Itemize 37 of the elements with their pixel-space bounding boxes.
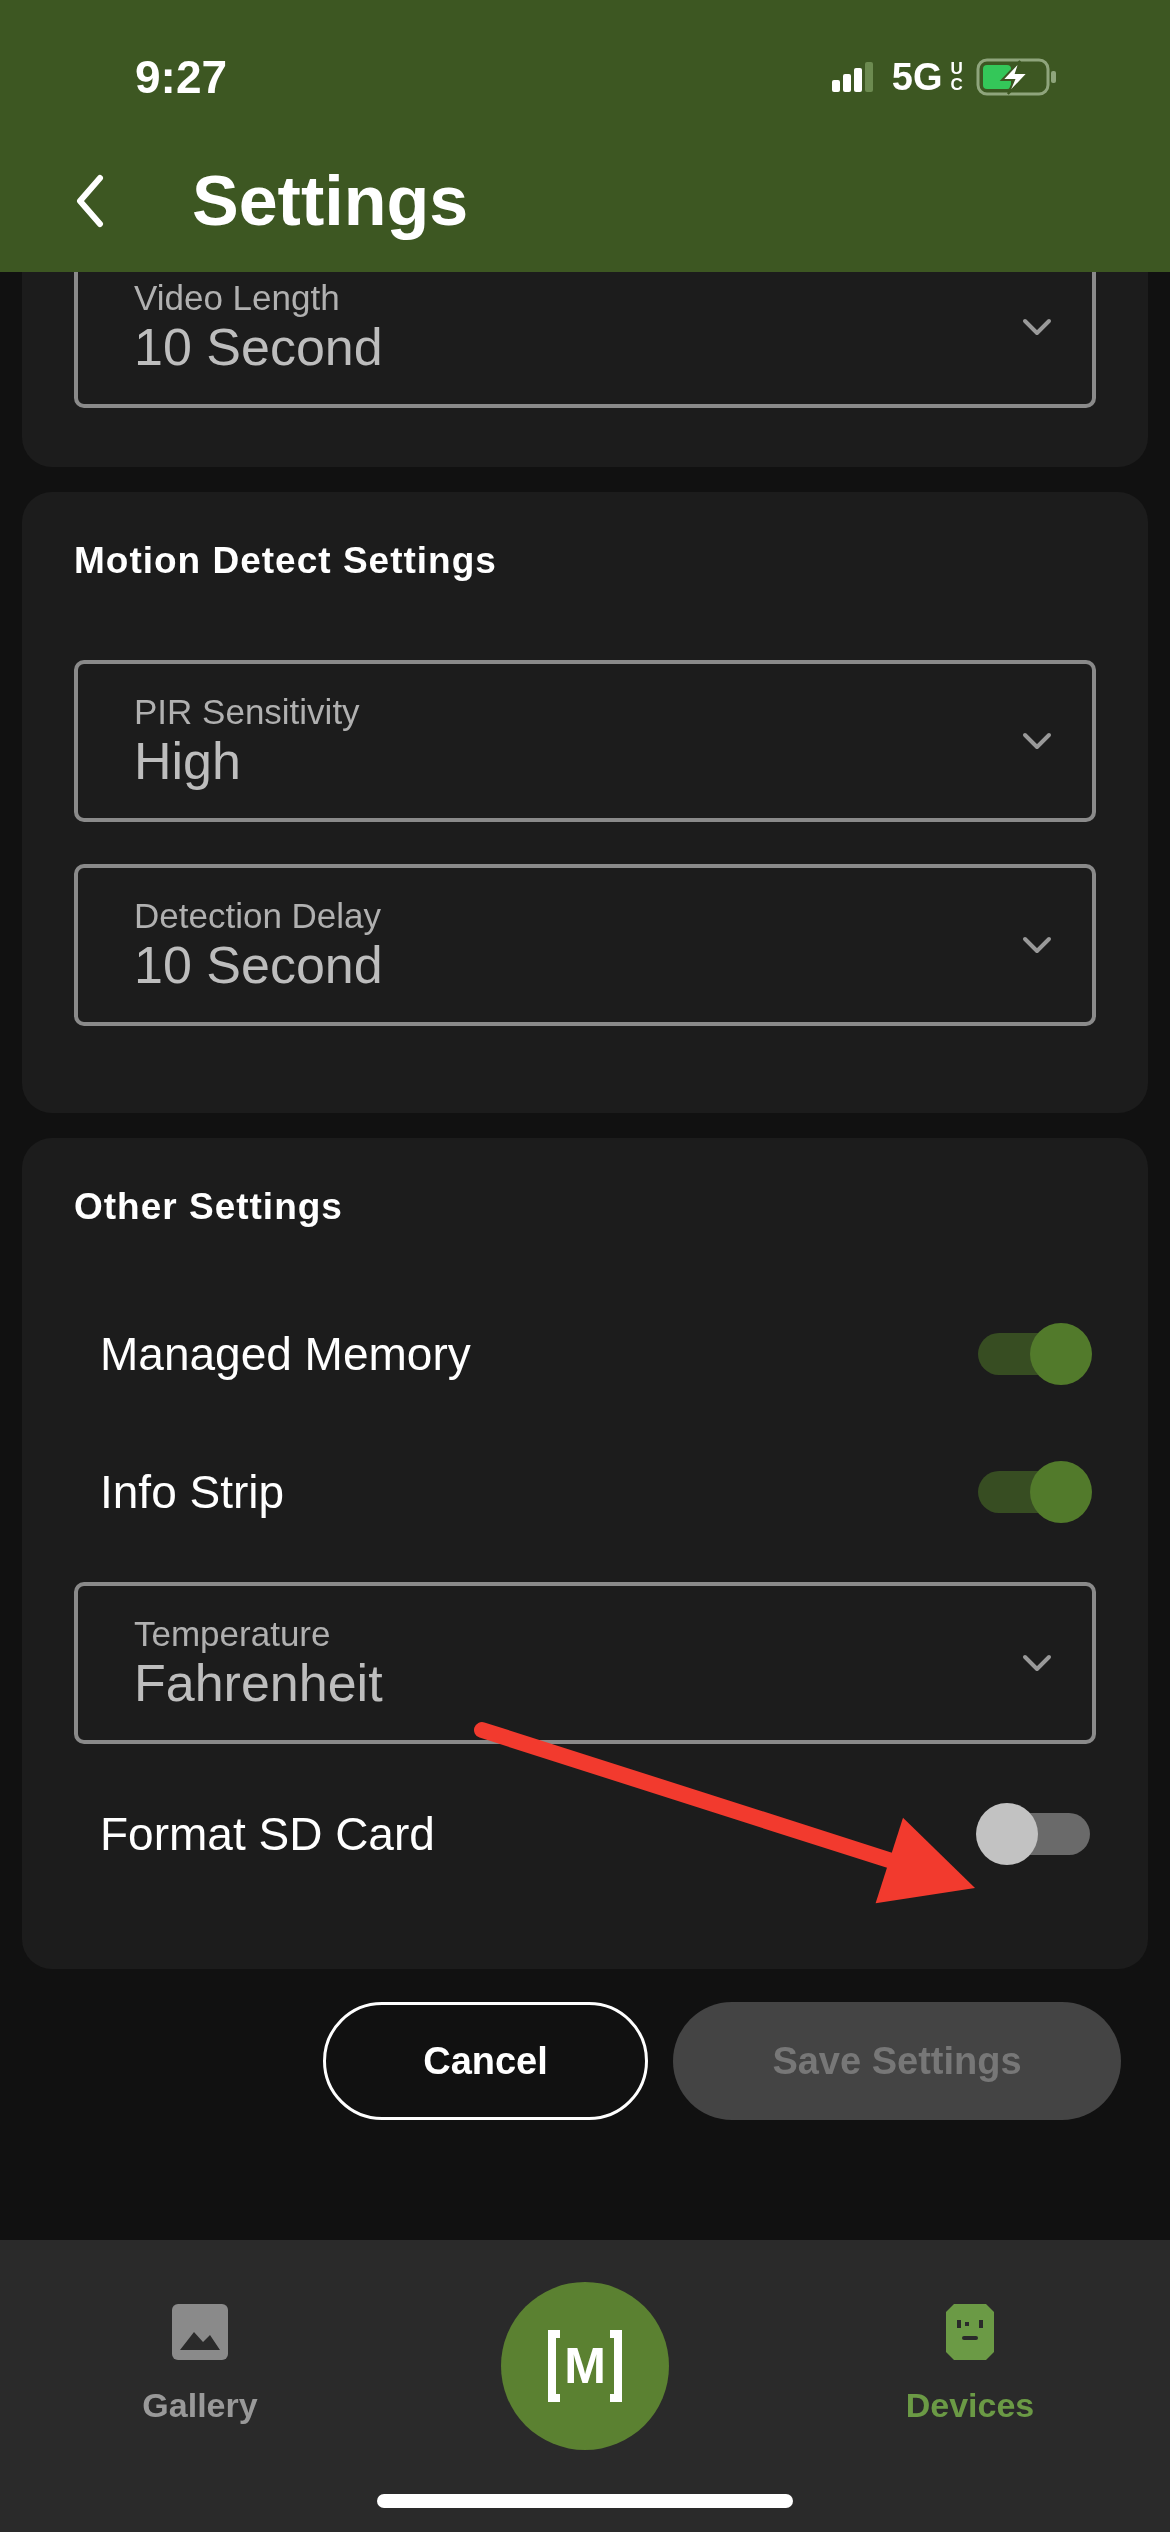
page-title: Settings xyxy=(192,161,469,241)
toggle-label: Format SD Card xyxy=(100,1807,435,1861)
chevron-down-icon xyxy=(1022,1654,1052,1672)
dropdown-field[interactable]: Detection Delay 10 Second xyxy=(74,864,1096,1026)
toggle-label: Managed Memory xyxy=(100,1327,471,1381)
logo-button[interactable]: M xyxy=(501,2282,669,2450)
field-value: 10 Second xyxy=(134,936,383,994)
action-button[interactable]: Cancel xyxy=(323,2002,648,2120)
toggle-label: Info Strip xyxy=(100,1465,285,1519)
chevron-down-icon xyxy=(1022,936,1052,954)
toggle-switch[interactable] xyxy=(976,1461,1092,1523)
network-label: 5G xyxy=(891,55,943,99)
image-icon xyxy=(172,2304,228,2360)
chevron-down-icon xyxy=(1022,318,1052,336)
tab-item[interactable]: Gallery xyxy=(120,2270,280,2426)
field-label: PIR Sensitivity xyxy=(134,692,360,733)
field-value: High xyxy=(134,732,242,790)
camera-device-icon xyxy=(946,2304,994,2360)
toggle-switch[interactable] xyxy=(976,1323,1092,1385)
status-time: 9:27 xyxy=(135,50,228,104)
section-title: Motion Detect Settings xyxy=(74,540,498,582)
section-title: Other Settings xyxy=(74,1186,344,1228)
chevron-down-icon xyxy=(1022,732,1052,750)
back-icon[interactable] xyxy=(76,174,104,228)
field-value: 10 Second xyxy=(134,318,383,376)
dropdown-field[interactable]: PIR Sensitivity High xyxy=(74,660,1096,822)
field-label: Temperature xyxy=(134,1614,332,1655)
tab-item[interactable]: Devices xyxy=(890,2270,1050,2426)
field-value: Fahrenheit xyxy=(134,1654,383,1712)
field-label: Video Length xyxy=(134,278,341,319)
signal-icon xyxy=(831,62,874,92)
field-label: Detection Delay xyxy=(134,896,383,937)
toggle-switch[interactable] xyxy=(976,1803,1092,1865)
battery-icon xyxy=(976,58,1058,96)
network-mark: UC xyxy=(950,60,960,94)
dropdown-field[interactable]: Video Length 10 Second xyxy=(74,272,1096,408)
dropdown-field[interactable]: Temperature Fahrenheit xyxy=(74,1582,1096,1744)
